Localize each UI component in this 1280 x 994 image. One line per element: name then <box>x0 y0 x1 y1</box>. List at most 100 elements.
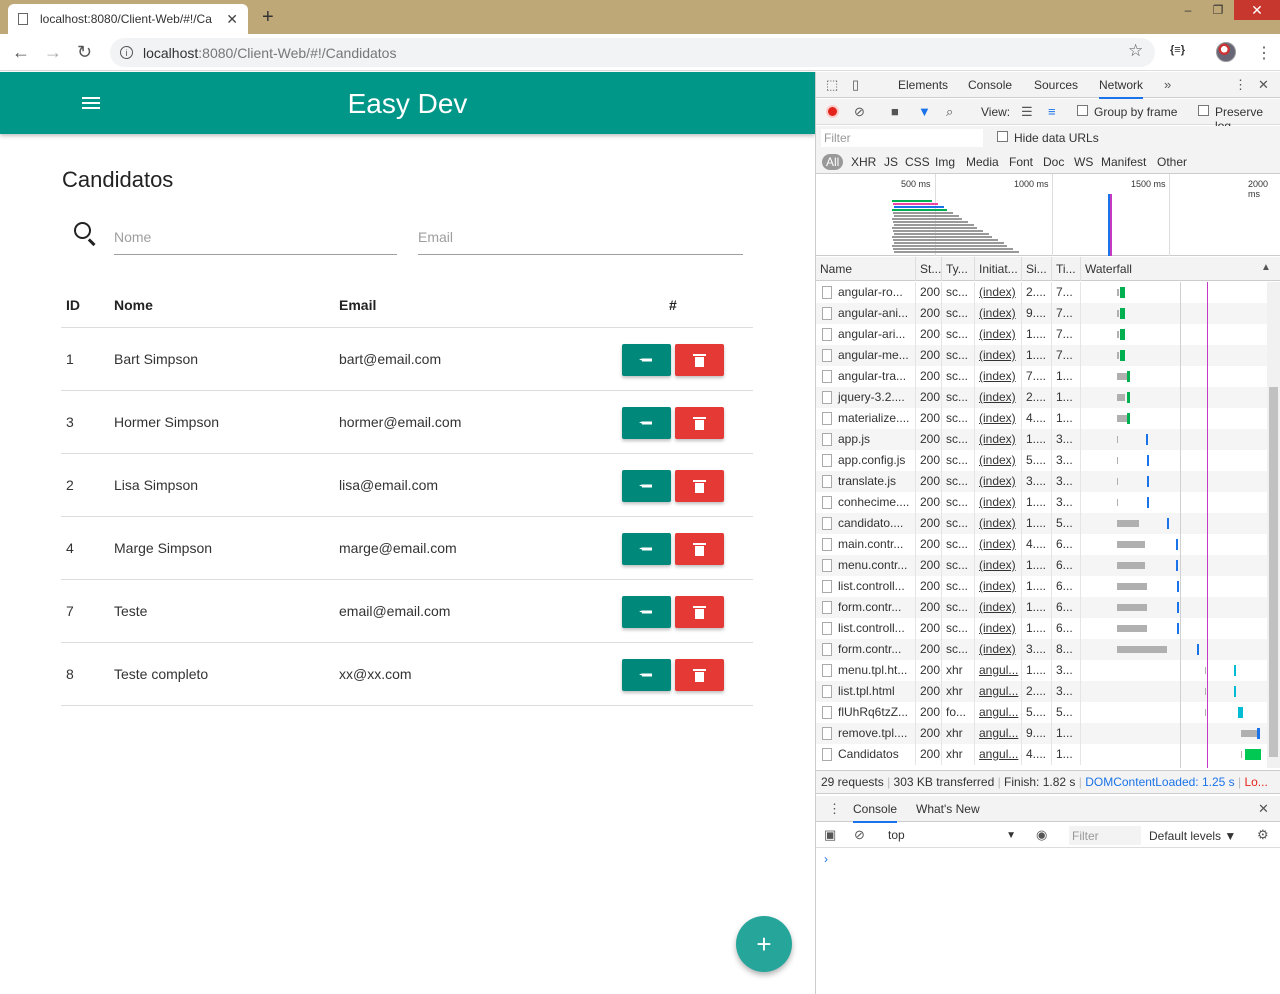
console-filter-input[interactable] <box>1069 826 1141 845</box>
request-initiator[interactable]: angul... <box>975 744 1022 765</box>
type-filter-js[interactable]: JS <box>884 155 898 169</box>
delete-button[interactable] <box>675 533 724 565</box>
devtools-menu-icon[interactable]: ⋮ <box>1234 77 1247 93</box>
request-initiator[interactable]: (index) <box>975 555 1022 576</box>
request-initiator[interactable]: (index) <box>975 282 1022 303</box>
drawer-tab-console[interactable]: Console <box>853 802 898 823</box>
edit-button[interactable] <box>622 407 671 439</box>
maximize-button[interactable]: ❐ <box>1202 0 1234 20</box>
col-status[interactable]: St... <box>916 257 942 281</box>
sort-arrow-icon[interactable]: ▲ <box>1261 262 1271 273</box>
tab-sources[interactable]: Sources <box>1034 78 1078 92</box>
browser-menu-icon[interactable]: ⋮ <box>1256 43 1272 63</box>
overview-icon[interactable]: ≡ <box>1048 104 1056 119</box>
request-initiator[interactable]: angul... <box>975 723 1022 744</box>
tab-network[interactable]: Network <box>1099 78 1144 99</box>
delete-button[interactable] <box>675 407 724 439</box>
info-icon[interactable]: i <box>120 46 133 59</box>
close-tab-icon[interactable]: ✕ <box>226 11 238 28</box>
device-toolbar-icon[interactable]: ▯ <box>852 77 859 93</box>
request-initiator[interactable]: (index) <box>975 597 1022 618</box>
request-initiator[interactable]: angul... <box>975 660 1022 681</box>
delete-button[interactable] <box>675 596 724 628</box>
edit-button[interactable] <box>622 470 671 502</box>
back-button[interactable]: ← <box>12 42 30 63</box>
request-row[interactable]: app.config.js 200 sc... (index) 5.... 3... <box>816 450 1267 471</box>
request-initiator[interactable]: (index) <box>975 618 1022 639</box>
hide-data-urls-checkbox[interactable] <box>997 131 1008 142</box>
new-tab-button[interactable]: + <box>262 6 274 29</box>
request-row[interactable]: main.contr... 200 sc... (index) 4.... 6... <box>816 534 1267 555</box>
tab-elements[interactable]: Elements <box>898 78 948 92</box>
edit-button[interactable] <box>622 596 671 628</box>
scrollbar-thumb[interactable] <box>1269 387 1278 757</box>
clear-console-icon[interactable]: ⊘ <box>854 827 865 843</box>
col-waterfall[interactable]: Waterfall <box>1081 257 1267 281</box>
type-filter-font[interactable]: Font <box>1009 155 1033 169</box>
request-row[interactable]: candidato.... 200 sc... (index) 1.... 5... <box>816 513 1267 534</box>
drawer-menu-icon[interactable]: ⋮ <box>828 801 841 817</box>
address-bar[interactable]: i localhost:8080/Client-Web/#!/Candidato… <box>110 38 1155 67</box>
request-row[interactable]: app.js 200 sc... (index) 1.... 3... <box>816 429 1267 450</box>
col-type[interactable]: Ty... <box>942 257 975 281</box>
close-devtools-icon[interactable]: ✕ <box>1258 77 1269 93</box>
request-row[interactable]: angular-tra... 200 sc... (index) 7.... 1... <box>816 366 1267 387</box>
request-row[interactable]: Candidatos 200 xhr angul... 4.... 1... <box>816 744 1267 765</box>
delete-button[interactable] <box>675 344 724 376</box>
request-row[interactable]: form.contr... 200 sc... (index) 3.... 8... <box>816 639 1267 660</box>
forward-button[interactable]: → <box>44 42 62 63</box>
request-row[interactable]: conhecime.... 200 sc... (index) 1.... 3... <box>816 492 1267 513</box>
type-filter-other[interactable]: Other <box>1157 155 1187 169</box>
delete-button[interactable] <box>675 470 724 502</box>
request-initiator[interactable]: (index) <box>975 513 1022 534</box>
request-initiator[interactable]: (index) <box>975 639 1022 660</box>
large-rows-icon[interactable]: ☰ <box>1021 104 1033 120</box>
edit-button[interactable] <box>622 533 671 565</box>
log-levels-dropdown[interactable]: Default levels ▼ <box>1149 829 1236 843</box>
request-initiator[interactable]: (index) <box>975 471 1022 492</box>
request-row[interactable]: angular-ro... 200 sc... (index) 2.... 7... <box>816 282 1267 303</box>
profile-avatar[interactable] <box>1216 42 1236 62</box>
preserve-log-checkbox[interactable] <box>1198 105 1209 116</box>
request-row[interactable]: list.controll... 200 sc... (index) 1.... 6... <box>816 576 1267 597</box>
search-icon[interactable]: ⌕ <box>946 104 953 120</box>
request-row[interactable]: flUhRq6tzZ... 200 fo... angul... 5.... 5... <box>816 702 1267 723</box>
close-window-button[interactable]: ✕ <box>1234 0 1280 20</box>
network-filter-input[interactable] <box>821 129 983 147</box>
request-row[interactable]: list.tpl.html 200 xhr angul... 2.... 3... <box>816 681 1267 702</box>
request-initiator[interactable]: (index) <box>975 366 1022 387</box>
request-initiator[interactable]: angul... <box>975 702 1022 723</box>
more-tabs-icon[interactable]: » <box>1164 77 1171 92</box>
sidebar-toggle-icon[interactable]: ▣ <box>824 827 836 843</box>
edit-button[interactable] <box>622 344 671 376</box>
nome-search-input[interactable] <box>114 219 397 255</box>
request-initiator[interactable]: (index) <box>975 408 1022 429</box>
request-row[interactable]: menu.contr... 200 sc... (index) 1.... 6... <box>816 555 1267 576</box>
email-search-input[interactable] <box>418 219 743 255</box>
filter-icon[interactable]: ▼ <box>918 104 931 119</box>
type-filter-ws[interactable]: WS <box>1074 155 1093 169</box>
request-initiator[interactable]: (index) <box>975 492 1022 513</box>
col-name[interactable]: Name <box>816 257 916 281</box>
col-size[interactable]: Si... <box>1022 257 1052 281</box>
browser-tab[interactable]: localhost:8080/Client-Web/#!/Ca ✕ <box>8 4 248 34</box>
context-selector[interactable]: top ▼ <box>882 826 1020 845</box>
request-row[interactable]: angular-ari... 200 sc... (index) 1.... 7... <box>816 324 1267 345</box>
request-initiator[interactable]: (index) <box>975 324 1022 345</box>
gear-icon[interactable]: ⚙ <box>1257 827 1269 843</box>
request-initiator[interactable]: (index) <box>975 576 1022 597</box>
record-icon[interactable] <box>826 105 839 118</box>
col-time[interactable]: Ti... <box>1052 257 1081 281</box>
drawer-tab-whats-new[interactable]: What's New <box>916 802 980 816</box>
type-filter-img[interactable]: Img <box>935 155 955 169</box>
request-initiator[interactable]: (index) <box>975 429 1022 450</box>
type-filter-css[interactable]: CSS <box>905 155 930 169</box>
request-initiator[interactable]: (index) <box>975 303 1022 324</box>
clear-icon[interactable]: ⊘ <box>854 104 865 120</box>
eye-icon[interactable]: ◉ <box>1036 827 1047 843</box>
request-row[interactable]: materialize.... 200 sc... (index) 4.... 1... <box>816 408 1267 429</box>
request-initiator[interactable]: (index) <box>975 534 1022 555</box>
add-candidate-button[interactable]: + <box>736 916 792 972</box>
tab-console[interactable]: Console <box>968 78 1012 92</box>
console-prompt[interactable]: › <box>824 852 828 866</box>
